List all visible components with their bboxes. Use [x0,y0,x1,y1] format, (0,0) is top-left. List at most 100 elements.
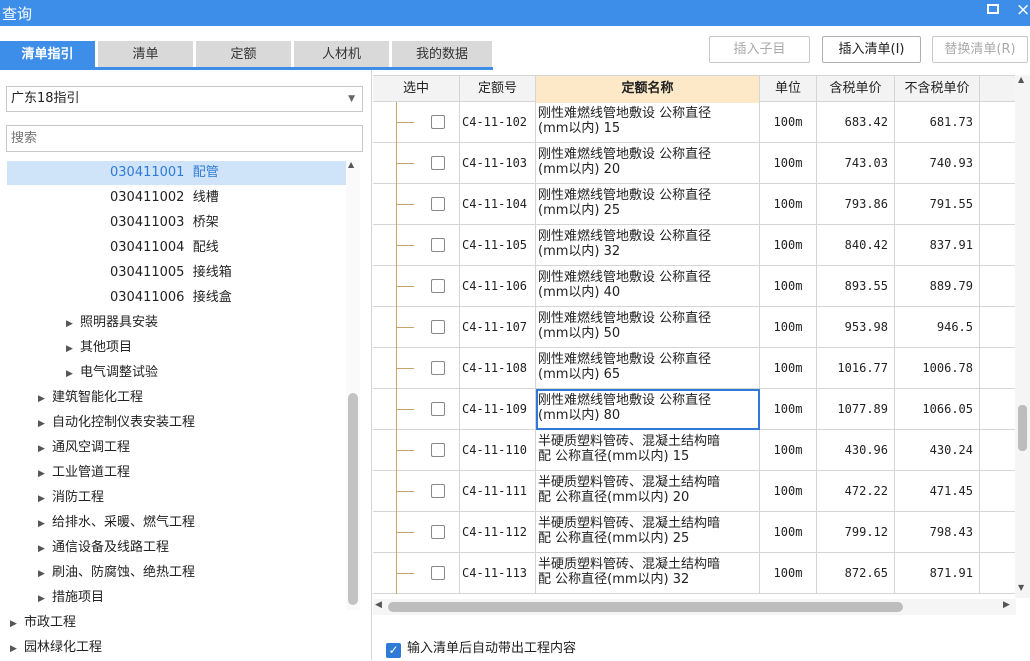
chevron-right-icon[interactable]: ▶ [38,512,52,536]
close-icon[interactable]: × [1016,0,1030,20]
tree-item[interactable]: ▶ 通信设备及线路工程 [38,536,169,560]
tree-item[interactable]: ▶ 工业管道工程 [38,461,130,485]
chevron-right-icon[interactable]: ▶ [38,562,52,586]
table-row[interactable]: C4-11-111 半硬质塑料管砖、混凝土结构暗配 公称直径(mm以内) 20 10… [373,471,1030,512]
scroll-up-icon[interactable]: ▲ [1018,75,1024,84]
tab-my-data[interactable]: 我的数据 [392,41,492,69]
tree-item[interactable]: ▶ 照明器具安装 [66,311,158,335]
table-row[interactable]: C4-11-106 刚性难燃线管地敷设 公称直径 (mm以内) 40 100m 893.… [373,266,1030,307]
tree-item[interactable]: ▶ 市政工程 [10,611,76,635]
tree-item[interactable]: ▶ 自动化控制仪表安装工程 [38,411,195,435]
chevron-right-icon[interactable]: ▶ [38,462,52,486]
tree-item[interactable]: ▶ 消防工程 [38,486,104,510]
quota-name[interactable]: 刚性难燃线管地敷设 公称直径 (mm以内) 40 [536,266,760,307]
header-code[interactable]: 定额号 [460,76,536,103]
grid-hscroll-thumb[interactable] [388,602,903,612]
table-row[interactable]: C4-11-112 半硬质塑料管砖、混凝土结构暗配 公称直径(mm以内) 25 10… [373,512,1030,553]
header-price-tax[interactable]: 含税单价 [817,76,895,103]
scroll-up-icon[interactable]: ▲ [348,160,354,169]
quota-name[interactable]: 半硬质塑料管砖、混凝土结构暗配 公称直径(mm以内) 20 [536,471,760,512]
tree-item[interactable]: ▶ 通风空调工程 [38,436,130,460]
quota-name[interactable]: 刚性难燃线管地敷设 公称直径 (mm以内) 25 [536,184,760,225]
row-checkbox[interactable] [431,361,445,375]
quota-name[interactable]: 刚性难燃线管地敷设 公称直径 (mm以内) 15 [536,102,760,143]
row-checkbox[interactable] [431,443,445,457]
tree-item[interactable]: 030411005 接线箱 [110,261,232,285]
grid-horizontal-scrollbar[interactable]: ◀ ▶ [373,599,1016,615]
tree-item[interactable]: 030411004 配线 [110,236,219,260]
chevron-right-icon[interactable]: ▶ [38,437,52,461]
row-checkbox[interactable] [431,484,445,498]
chevron-right-icon[interactable]: ▶ [38,487,52,511]
header-select[interactable]: 选中 [373,76,460,103]
chevron-right-icon[interactable]: ▶ [38,412,52,436]
checkbox-checked-icon[interactable]: ✓ [386,643,401,658]
quota-name[interactable]: 刚性难燃线管地敷设 公称直径 (mm以内) 80 [536,389,760,430]
table-row[interactable]: C4-11-103 刚性难燃线管地敷设 公称直径 (mm以内) 20 100m 743.… [373,143,1030,184]
header-unit[interactable]: 单位 [760,76,817,103]
tree-item[interactable]: ▶ 建筑智能化工程 [38,386,143,410]
table-row[interactable]: C4-11-107 刚性难燃线管地敷设 公称直径 (mm以内) 50 100m 953.… [373,307,1030,348]
table-row[interactable]: C4-11-109 刚性难燃线管地敷设 公称直径 (mm以内) 80 100m 1077… [373,389,1030,430]
tree-item[interactable]: ▶ 措施项目 [38,586,104,610]
chevron-right-icon[interactable]: ▶ [66,312,80,336]
table-row[interactable]: C4-11-102 刚性难燃线管地敷设 公称直径 (mm以内) 15 100m 683.… [373,102,1030,143]
quota-name[interactable]: 刚性难燃线管地敷设 公称直径 (mm以内) 20 [536,143,760,184]
auto-bring-option[interactable]: ✓ 输入清单后自动带出工程内容 [386,637,576,658]
table-row[interactable]: C4-11-108 刚性难燃线管地敷设 公称直径 (mm以内) 65 100m 1016… [373,348,1030,389]
scroll-right-icon[interactable]: ▶ [1003,600,1010,610]
scroll-down-icon[interactable]: ▼ [1018,583,1024,592]
insert-list-button[interactable]: 插入清单(I) [822,36,921,63]
quota-name[interactable]: 半硬质塑料管砖、混凝土结构暗配 公称直径(mm以内) 32 [536,553,760,594]
tree-item[interactable]: ▶ 其他项目 [66,336,132,360]
search-input[interactable] [6,125,363,152]
header-price-notax[interactable]: 不含税单价 [895,76,980,103]
tab-list-guide[interactable]: 清单指引 [0,41,95,69]
tree-item[interactable]: 030411002 线槽 [110,186,219,210]
row-checkbox[interactable] [431,156,445,170]
row-checkbox[interactable] [431,115,445,129]
chevron-right-icon[interactable]: ▶ [38,387,52,411]
tree-scrollbar[interactable]: ▲ [346,160,360,610]
tree-item[interactable]: 030411003 桥架 [110,211,219,235]
grid-vscroll-thumb[interactable] [1018,405,1027,451]
chevron-right-icon[interactable]: ▶ [10,637,24,661]
table-row[interactable]: C4-11-105 刚性难燃线管地敷设 公称直径 (mm以内) 32 100m 840.… [373,225,1030,266]
quota-name[interactable]: 刚性难燃线管地敷设 公称直径 (mm以内) 65 [536,348,760,389]
tree-item[interactable]: ▶ 园林绿化工程 [10,636,102,660]
tree-item[interactable]: 030411001 配管 [110,161,219,185]
quota-name[interactable]: 半硬质塑料管砖、混凝土结构暗配 公称直径(mm以内) 15 [536,430,760,471]
tree-item[interactable]: 030411006 接线盒 [110,286,232,310]
restore-icon[interactable] [986,2,1000,20]
table-row[interactable]: C4-11-104 刚性难燃线管地敷设 公称直径 (mm以内) 25 100m 793.… [373,184,1030,225]
table-row[interactable]: C4-11-113 半硬质塑料管砖、混凝土结构暗配 公称直径(mm以内) 32 10… [373,553,1030,594]
tab-labor-material-machine[interactable]: 人材机 [294,41,389,69]
quota-name[interactable]: 半硬质塑料管砖、混凝土结构暗配 公称直径(mm以内) 25 [536,512,760,553]
row-checkbox[interactable] [431,525,445,539]
tree-item[interactable]: ▶ 刷油、防腐蚀、绝热工程 [38,561,195,585]
tab-quota[interactable]: 定额 [196,41,291,69]
tree-item[interactable]: ▶ 给排水、采暖、燃气工程 [38,511,195,535]
row-checkbox[interactable] [431,238,445,252]
tree-scrollbar-thumb[interactable] [348,393,358,605]
header-name[interactable]: 定额名称 [536,76,760,103]
grid-vertical-scrollbar[interactable]: ▲ ▼ [1015,75,1030,598]
scroll-left-icon[interactable]: ◀ [375,600,382,610]
quota-name[interactable]: 刚性难燃线管地敷设 公称直径 (mm以内) 32 [536,225,760,266]
replace-list-button[interactable]: 替换清单(R) [932,36,1028,63]
row-checkbox[interactable] [431,279,445,293]
row-checkbox[interactable] [431,566,445,580]
guide-select[interactable]: 广东18指引 ▼ [6,86,363,112]
row-checkbox[interactable] [431,197,445,211]
row-checkbox[interactable] [431,320,445,334]
chevron-right-icon[interactable]: ▶ [66,362,80,386]
chevron-right-icon[interactable]: ▶ [38,587,52,611]
tree-item[interactable]: ▶ 电气调整试验 [66,361,158,385]
insert-child-button[interactable]: 插入子目 [709,36,810,63]
quota-name[interactable]: 刚性难燃线管地敷设 公称直径 (mm以内) 50 [536,307,760,348]
chevron-right-icon[interactable]: ▶ [38,537,52,561]
chevron-right-icon[interactable]: ▶ [10,612,24,636]
row-checkbox[interactable] [431,402,445,416]
table-row[interactable]: C4-11-110 半硬质塑料管砖、混凝土结构暗配 公称直径(mm以内) 15 10… [373,430,1030,471]
tab-list[interactable]: 清单 [98,41,193,69]
